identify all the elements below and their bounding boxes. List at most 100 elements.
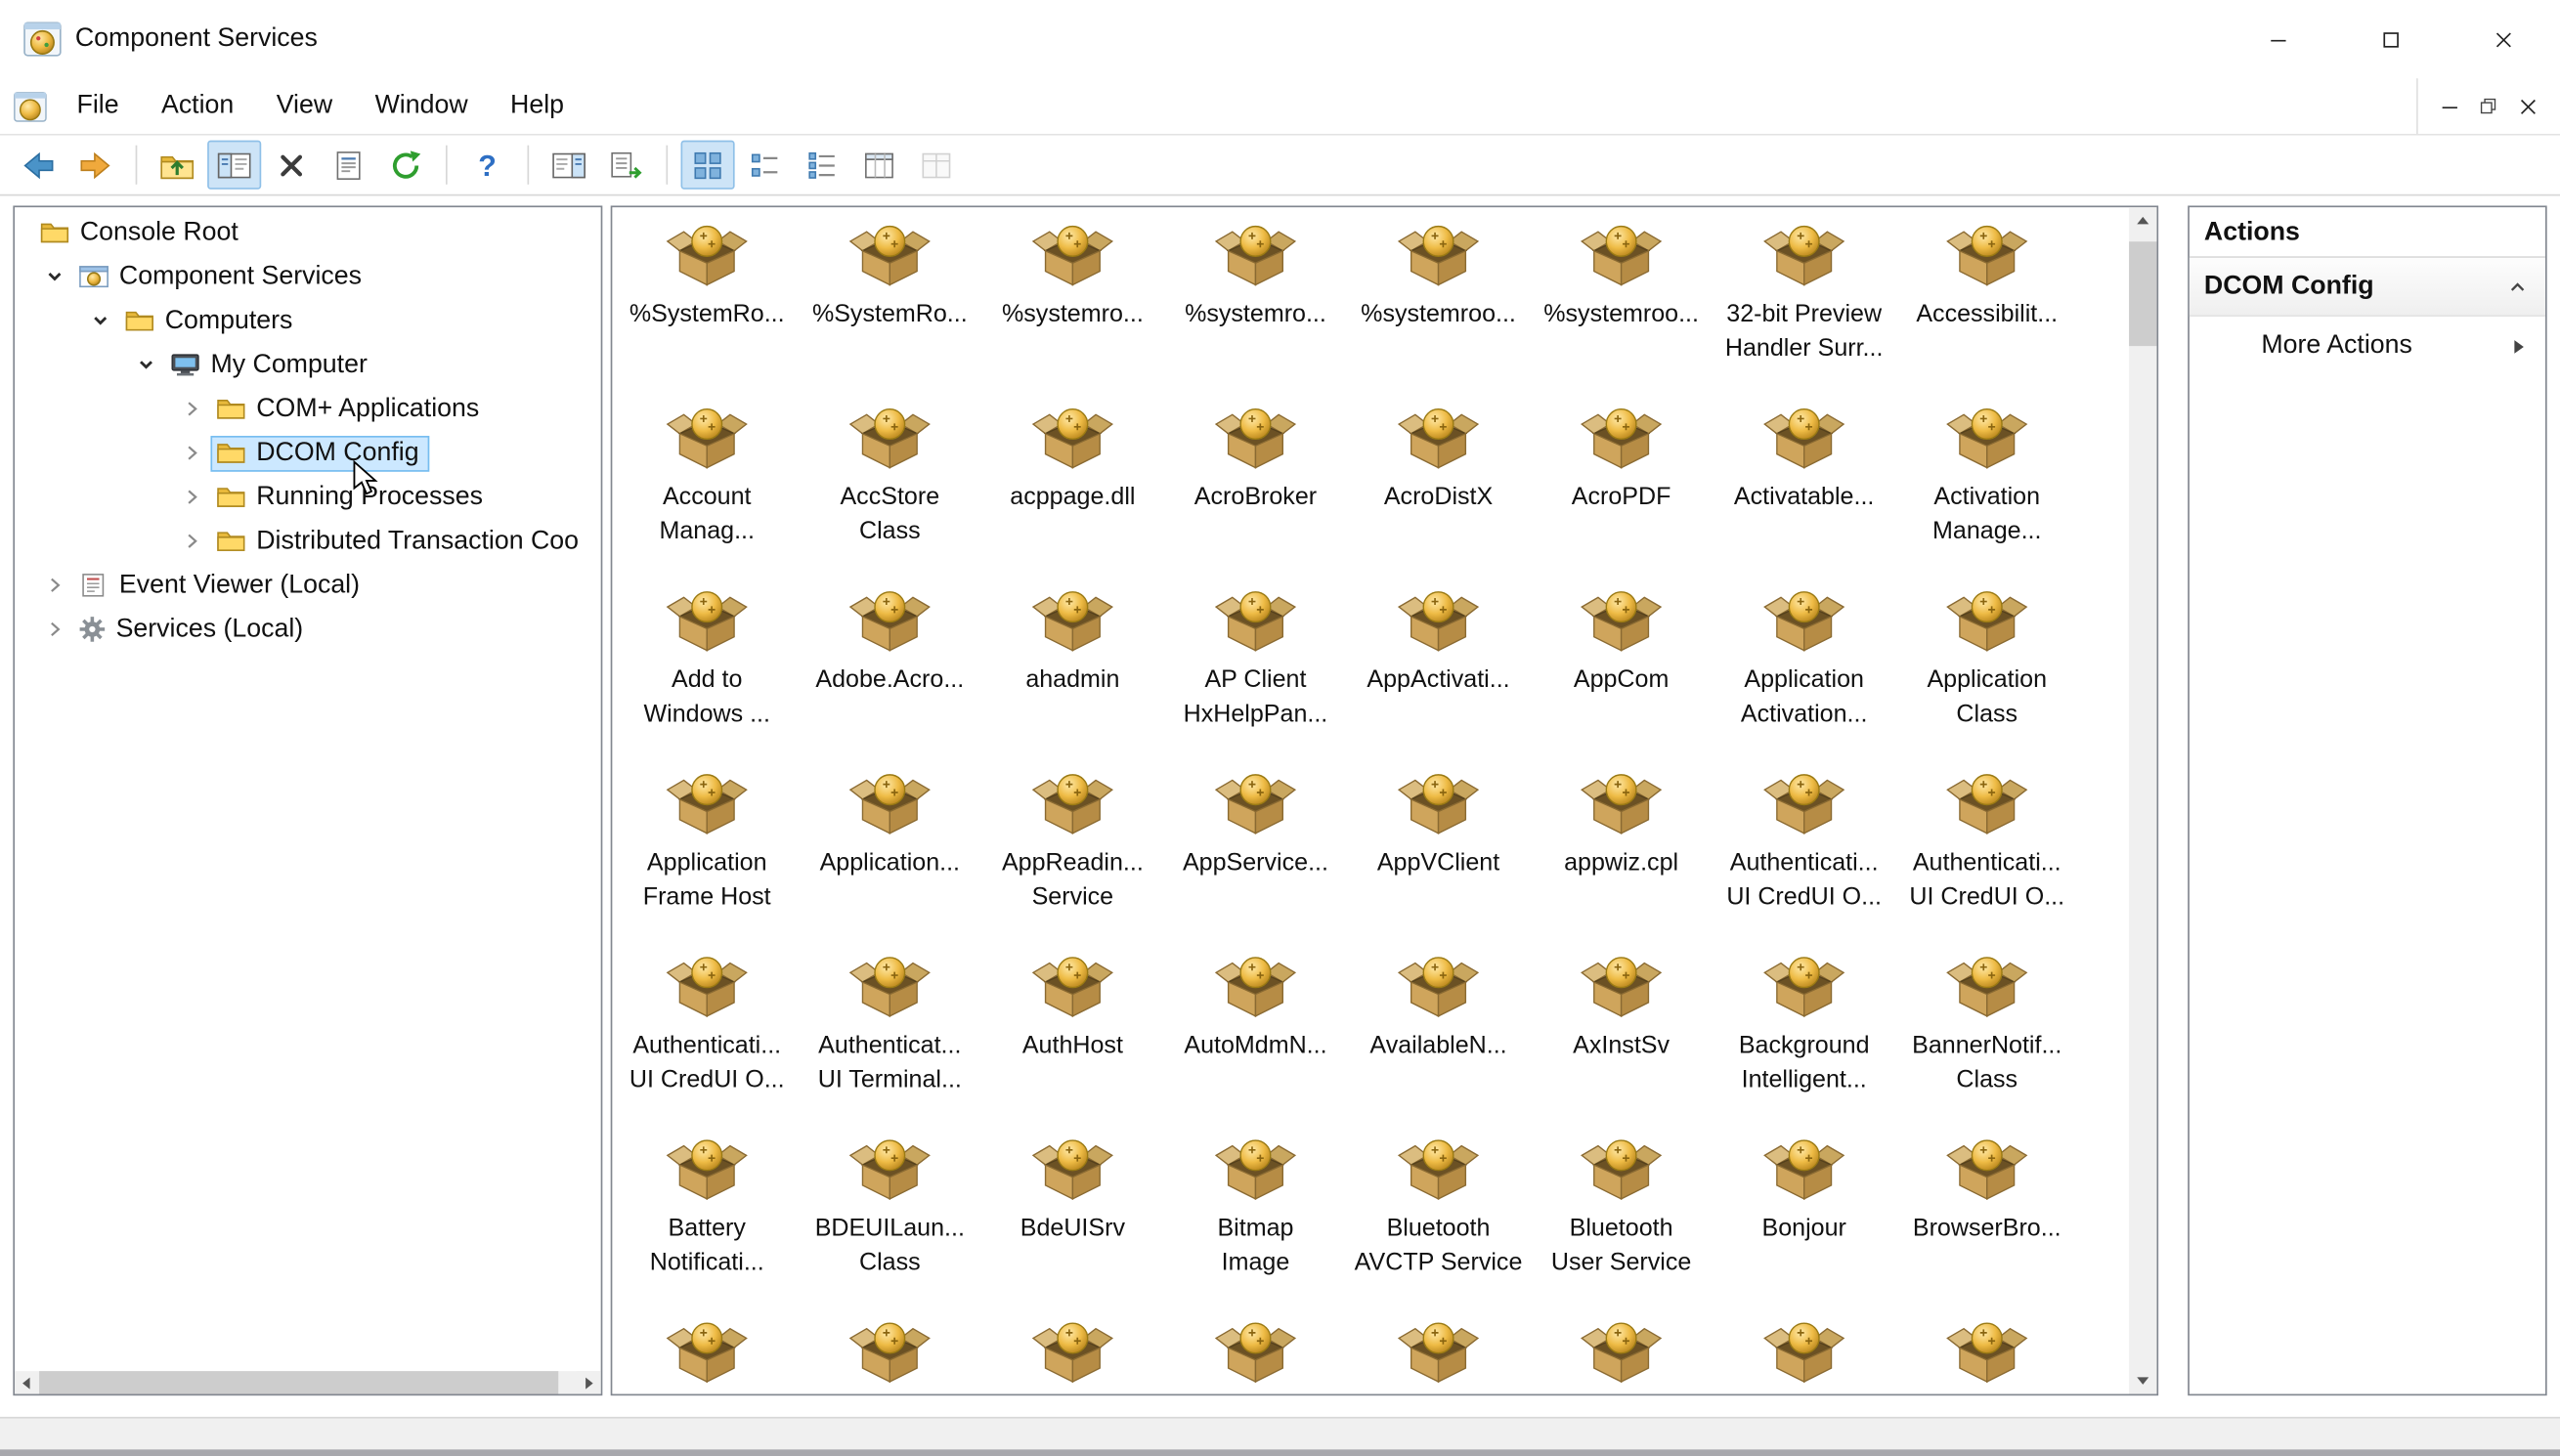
dcom-item[interactable]: AvailableN...: [1347, 942, 1530, 1125]
dcom-item[interactable]: BdeUISrv: [981, 1125, 1164, 1307]
forward-button[interactable]: [68, 141, 122, 190]
dcom-item[interactable]: AppVClient: [1347, 759, 1530, 942]
tree-expander-icon[interactable]: [171, 529, 210, 553]
horizontal-scrollbar-thumb[interactable]: [39, 1371, 559, 1394]
dcom-item[interactable]: AccStore Class: [799, 394, 981, 577]
chevron-up-icon[interactable]: [2506, 275, 2529, 297]
child-minimize-button[interactable]: [2432, 90, 2468, 122]
menu-window[interactable]: Window: [354, 78, 489, 134]
dcom-item[interactable]: [1713, 1307, 1895, 1394]
dcom-item[interactable]: AxInstSv: [1530, 942, 1713, 1125]
dcom-item[interactable]: Bluetooth AVCTP Service: [1347, 1125, 1530, 1307]
tree-expander-icon[interactable]: [34, 573, 73, 597]
dcom-item[interactable]: Adobe.Acro...: [799, 577, 981, 759]
dcom-item[interactable]: Add to Windows ...: [616, 577, 799, 759]
tree-item-distributed-transaction-coo[interactable]: Distributed Transaction Coo: [15, 519, 601, 563]
tree-expander-icon[interactable]: [126, 353, 165, 377]
view-details-button[interactable]: [852, 141, 906, 190]
dcom-item[interactable]: AppCom: [1530, 577, 1713, 759]
view-list-button[interactable]: [795, 141, 848, 190]
menu-help[interactable]: Help: [489, 78, 585, 134]
scroll-down-arrow-icon[interactable]: [2129, 1366, 2156, 1393]
refresh-button[interactable]: [379, 141, 433, 190]
dcom-item[interactable]: AuthHost: [981, 942, 1164, 1125]
tree-item-event-viewer-local[interactable]: Event Viewer (Local): [15, 563, 601, 607]
dcom-item[interactable]: Activatable...: [1713, 394, 1895, 577]
dcom-item[interactable]: AppActivati...: [1347, 577, 1530, 759]
dcom-item[interactable]: %systemro...: [981, 210, 1164, 393]
dcom-item[interactable]: Activation Manage...: [1895, 394, 2078, 577]
tree-expander-icon[interactable]: [34, 617, 73, 641]
scroll-left-arrow-icon[interactable]: [15, 1371, 39, 1393]
actions-section-header[interactable]: DCOM Config: [2189, 257, 2545, 318]
dcom-item[interactable]: Authenticati... UI CredUI O...: [616, 942, 799, 1125]
dcom-item[interactable]: ahadmin: [981, 577, 1164, 759]
dcom-item[interactable]: %systemroo...: [1530, 210, 1713, 393]
child-close-button[interactable]: [2509, 90, 2545, 122]
dcom-item[interactable]: AP Client HxHelpPan...: [1164, 577, 1347, 759]
dcom-item[interactable]: AutoMdmN...: [1164, 942, 1347, 1125]
tree-expander-icon[interactable]: [34, 265, 73, 289]
dcom-item[interactable]: %SystemRo...: [616, 210, 799, 393]
close-button[interactable]: [2448, 0, 2560, 78]
child-restore-button[interactable]: [2471, 90, 2507, 122]
dcom-item[interactable]: [1895, 1307, 2078, 1394]
minimize-button[interactable]: [2222, 0, 2334, 78]
dcom-item[interactable]: BDEUILaun... Class: [799, 1125, 981, 1307]
delete-button[interactable]: [265, 141, 319, 190]
dcom-item[interactable]: %systemroo...: [1347, 210, 1530, 393]
dcom-item[interactable]: AppReadin... Service: [981, 759, 1164, 942]
vertical-scrollbar[interactable]: [2129, 207, 2157, 1394]
menu-action[interactable]: Action: [140, 78, 255, 134]
menu-view[interactable]: View: [255, 78, 354, 134]
dcom-item[interactable]: Accessibilit...: [1895, 210, 2078, 393]
export-list-button[interactable]: [599, 141, 653, 190]
tree-item-running-processes[interactable]: Running Processes: [15, 475, 601, 519]
dcom-item[interactable]: Application Activation...: [1713, 577, 1895, 759]
tree-item-my-computer[interactable]: My Computer: [15, 343, 601, 387]
scroll-up-arrow-icon[interactable]: [2129, 207, 2156, 235]
dcom-item[interactable]: [616, 1307, 799, 1394]
dcom-item[interactable]: [1347, 1307, 1530, 1394]
dcom-item[interactable]: AcroBroker: [1164, 394, 1347, 577]
menu-file[interactable]: File: [56, 78, 140, 134]
tree-item-dcom-config[interactable]: DCOM Config: [15, 431, 601, 475]
dcom-item[interactable]: Bonjour: [1713, 1125, 1895, 1307]
dcom-item[interactable]: Authenticati... UI CredUI O...: [1713, 759, 1895, 942]
dcom-item[interactable]: Background Intelligent...: [1713, 942, 1895, 1125]
tree-horizontal-scrollbar[interactable]: [15, 1371, 601, 1394]
dcom-item[interactable]: Bluetooth User Service: [1530, 1125, 1713, 1307]
dcom-item[interactable]: Battery Notificati...: [616, 1125, 799, 1307]
dcom-item[interactable]: %systemro...: [1164, 210, 1347, 393]
dcom-item[interactable]: AcroDistX: [1347, 394, 1530, 577]
scroll-right-arrow-icon[interactable]: [576, 1371, 601, 1394]
vertical-scrollbar-thumb[interactable]: [2129, 241, 2157, 347]
dcom-item[interactable]: AcroPDF: [1530, 394, 1713, 577]
help-button[interactable]: ?: [460, 141, 514, 190]
tree-expander-icon[interactable]: [171, 441, 210, 465]
dcom-item[interactable]: Authenticati... UI CredUI O...: [1895, 759, 2078, 942]
show-action-pane-button[interactable]: [542, 141, 596, 190]
more-actions-item[interactable]: More Actions: [2190, 317, 2545, 375]
dcom-item[interactable]: [1530, 1307, 1713, 1394]
dcom-item[interactable]: Authenticat... UI Terminal...: [799, 942, 981, 1125]
dcom-item[interactable]: Application Frame Host: [616, 759, 799, 942]
properties-button[interactable]: [322, 141, 375, 190]
tree-item-computers[interactable]: Computers: [15, 299, 601, 343]
dcom-item[interactable]: [1164, 1307, 1347, 1394]
dcom-item[interactable]: BannerNotif... Class: [1895, 942, 2078, 1125]
back-button[interactable]: [12, 141, 65, 190]
dcom-item[interactable]: Bitmap Image: [1164, 1125, 1347, 1307]
dcom-item[interactable]: acppage.dll: [981, 394, 1164, 577]
tree-expander-icon[interactable]: [80, 309, 119, 333]
tree-item-console-root[interactable]: Console Root: [15, 210, 601, 254]
dcom-item[interactable]: AppService...: [1164, 759, 1347, 942]
show-console-tree-button[interactable]: [207, 140, 262, 190]
tree-expander-icon[interactable]: [171, 485, 210, 509]
maximize-button[interactable]: [2335, 0, 2448, 78]
dcom-item[interactable]: Application Class: [1895, 577, 2078, 759]
dcom-item[interactable]: [799, 1307, 981, 1394]
dcom-item[interactable]: appwiz.cpl: [1530, 759, 1713, 942]
dcom-item[interactable]: [981, 1307, 1164, 1394]
dcom-item[interactable]: Account Manag...: [616, 394, 799, 577]
